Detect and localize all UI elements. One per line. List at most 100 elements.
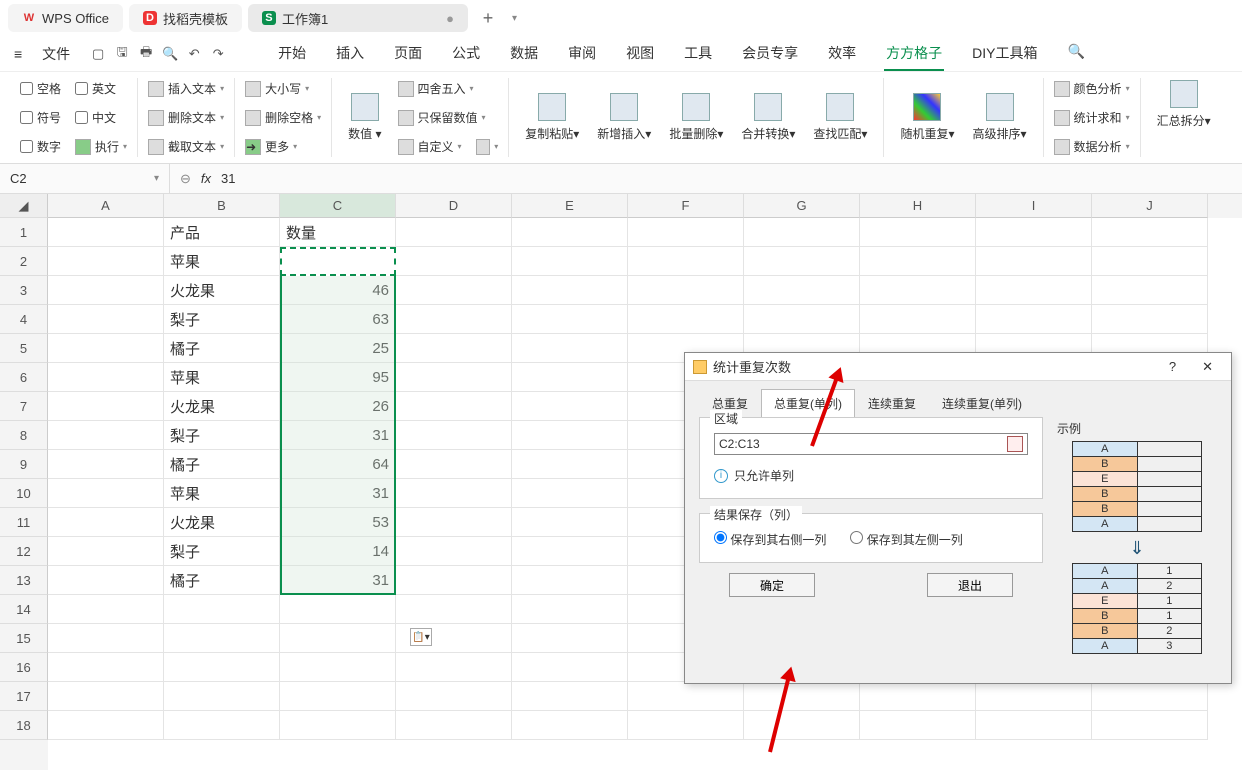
cell[interactable] (512, 276, 628, 305)
cell[interactable] (48, 334, 164, 363)
cell[interactable] (512, 711, 628, 740)
cell[interactable]: 46 (280, 276, 396, 305)
cancel-fx-icon[interactable]: ⊖ (180, 171, 191, 187)
formula-value[interactable]: 31 (221, 171, 235, 186)
cell[interactable] (396, 537, 512, 566)
dialog-tab[interactable]: 连续重复(单列) (929, 389, 1035, 418)
cell[interactable] (744, 682, 860, 711)
cell[interactable] (164, 682, 280, 711)
btn-value[interactable]: 数值 ▾ (342, 80, 387, 155)
row-header[interactable]: 12 (0, 537, 48, 566)
btn-run[interactable]: 执行▾ (75, 138, 127, 155)
cell[interactable] (48, 392, 164, 421)
cell[interactable]: 31 (280, 247, 396, 276)
tab-menu-chevron-icon[interactable]: ▾ (508, 13, 521, 24)
paste-options-icon[interactable]: 📋▾ (410, 628, 432, 646)
cell[interactable] (1092, 682, 1208, 711)
cell[interactable] (744, 247, 860, 276)
cell[interactable] (512, 595, 628, 624)
column-header[interactable]: B (164, 194, 280, 218)
app-tab[interactable]: W WPS Office (8, 4, 123, 32)
cell[interactable] (976, 305, 1092, 334)
cell[interactable] (512, 537, 628, 566)
radio-left[interactable]: 保存到其左侧一列 (850, 531, 962, 548)
cell[interactable] (1092, 305, 1208, 334)
cell[interactable]: 53 (280, 508, 396, 537)
cell[interactable] (512, 392, 628, 421)
chk-num[interactable]: 数字 (20, 138, 61, 155)
cell[interactable] (280, 595, 396, 624)
cell[interactable] (396, 508, 512, 537)
cell[interactable]: 苹果 (164, 479, 280, 508)
cell[interactable] (1092, 218, 1208, 247)
cell[interactable] (512, 450, 628, 479)
menu-tab[interactable]: 审阅 (566, 37, 598, 71)
menu-tab[interactable]: 页面 (392, 37, 424, 71)
cell[interactable] (860, 276, 976, 305)
cell[interactable] (512, 508, 628, 537)
plusminus-icon[interactable] (476, 139, 490, 155)
cell[interactable] (396, 595, 512, 624)
btn-keepnum[interactable]: 只保留数值▾ (398, 109, 499, 126)
qat-print-icon[interactable]: 🖶 (138, 46, 154, 62)
btn-copy[interactable]: 复制粘贴▾ (519, 80, 585, 155)
cell[interactable] (976, 247, 1092, 276)
cell[interactable] (396, 363, 512, 392)
range-picker-icon[interactable] (1007, 436, 1023, 452)
row-header[interactable]: 2 (0, 247, 48, 276)
cell[interactable] (164, 595, 280, 624)
btn-case[interactable]: 大小写▾ (245, 80, 321, 97)
cell[interactable]: 63 (280, 305, 396, 334)
select-all-corner[interactable]: ◢ (0, 194, 48, 218)
menu-search-icon[interactable]: 🔍 (1066, 37, 1087, 71)
column-header[interactable]: I (976, 194, 1092, 218)
row-header[interactable]: 1 (0, 218, 48, 247)
cell[interactable]: 31 (280, 566, 396, 595)
menu-tab[interactable]: 公式 (450, 37, 482, 71)
cell[interactable]: 数量 (280, 218, 396, 247)
menu-tab[interactable]: DIY工具箱 (970, 37, 1039, 71)
cell[interactable]: 橘子 (164, 334, 280, 363)
btn-rand[interactable]: 随机重复▾ (894, 80, 960, 155)
cell[interactable] (744, 305, 860, 334)
cell[interactable] (48, 711, 164, 740)
help-icon[interactable]: ? (1159, 359, 1186, 374)
menu-tab[interactable]: 会员专享 (740, 37, 800, 71)
qat-preview-icon[interactable]: 🔍 (162, 46, 178, 62)
menu-tab-active[interactable]: 方方格子 (884, 37, 944, 71)
row-header[interactable]: 15 (0, 624, 48, 653)
cell[interactable] (628, 682, 744, 711)
cell[interactable] (628, 305, 744, 334)
menu-tab[interactable]: 视图 (624, 37, 656, 71)
cell[interactable] (164, 711, 280, 740)
namebox-chevron-icon[interactable]: ▾ (154, 173, 159, 184)
cell[interactable]: 橘子 (164, 450, 280, 479)
ok-button[interactable]: 确定 (729, 573, 815, 597)
cell[interactable] (396, 218, 512, 247)
cell[interactable] (396, 334, 512, 363)
cell[interactable] (1092, 276, 1208, 305)
cell[interactable] (396, 450, 512, 479)
cell[interactable] (860, 247, 976, 276)
btn-sort[interactable]: 高级排序▾ (967, 80, 1033, 155)
cell[interactable] (48, 450, 164, 479)
cell[interactable] (48, 276, 164, 305)
menu-tab[interactable]: 效率 (826, 37, 858, 71)
dialog-titlebar[interactable]: 统计重复次数 ? ✕ (685, 353, 1231, 381)
column-header[interactable]: A (48, 194, 164, 218)
cell[interactable] (48, 682, 164, 711)
btn-more[interactable]: ➜更多▾ (245, 138, 321, 155)
btn-extract-text[interactable]: 截取文本▾ (148, 138, 224, 155)
cell[interactable] (396, 276, 512, 305)
cell[interactable] (628, 276, 744, 305)
qat-save-icon[interactable]: 🖫 (114, 46, 130, 62)
cell[interactable]: 火龙果 (164, 392, 280, 421)
cell[interactable] (1092, 711, 1208, 740)
row-header[interactable]: 4 (0, 305, 48, 334)
column-header[interactable]: F (628, 194, 744, 218)
cell[interactable] (48, 624, 164, 653)
cell[interactable] (860, 305, 976, 334)
cell[interactable] (280, 682, 396, 711)
cell[interactable] (396, 479, 512, 508)
cell[interactable] (512, 479, 628, 508)
